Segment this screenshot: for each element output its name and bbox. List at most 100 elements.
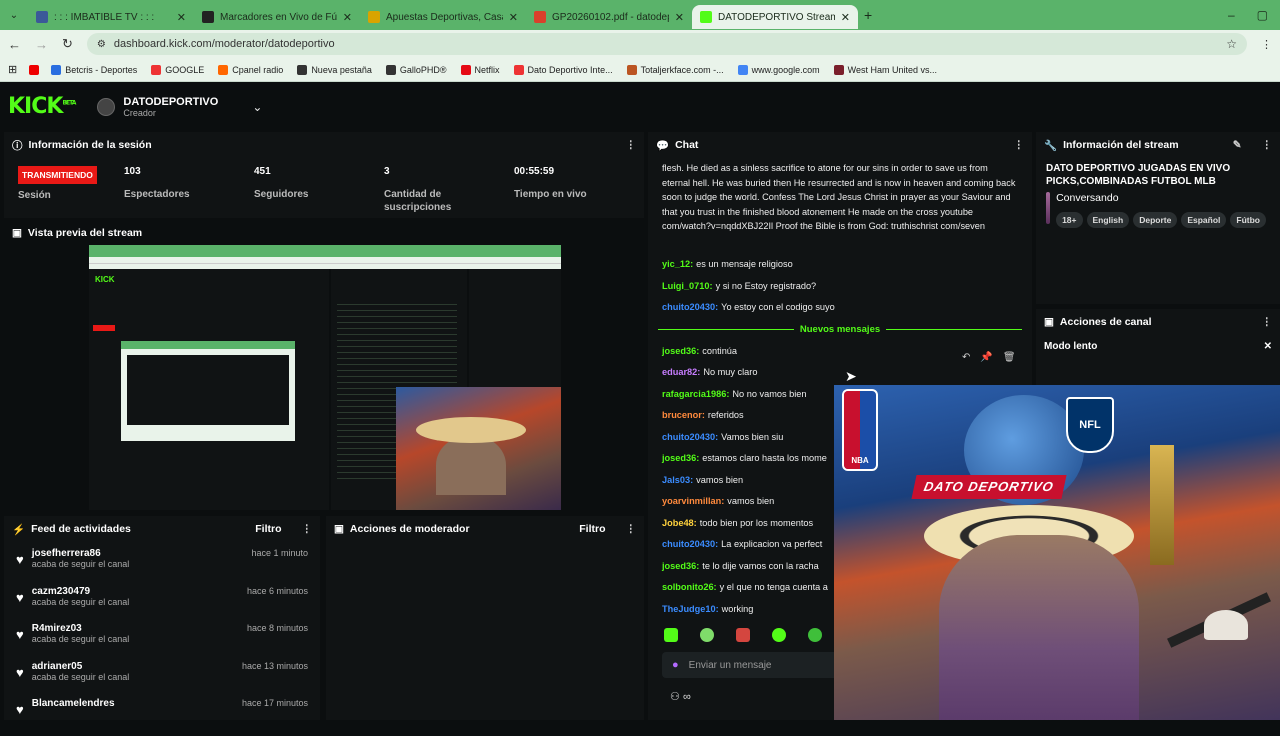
minimize-icon[interactable]: – xyxy=(1228,8,1235,22)
chat-message[interactable]: Luigi_0710: y si no Estoy registrado? xyxy=(648,276,1032,298)
edit-pencil-icon[interactable]: ✎ xyxy=(1233,139,1242,151)
category-name[interactable]: Conversando xyxy=(1056,192,1270,204)
chat-username[interactable]: josed36: xyxy=(662,560,699,574)
emote-icon[interactable] xyxy=(700,628,714,642)
bookmark-favicon-icon xyxy=(51,64,62,75)
chat-message[interactable]: eduar82: No muy claro xyxy=(648,362,1032,384)
chat-username[interactable]: josed36: xyxy=(662,345,699,359)
back-icon[interactable]: ← xyxy=(8,37,21,52)
bookmark-item[interactable]: GalloPHD® xyxy=(385,64,447,75)
stream-tag[interactable]: 18+ xyxy=(1056,212,1083,228)
feed-username[interactable]: josefherrera86 xyxy=(32,548,130,559)
reload-icon[interactable]: ↻ xyxy=(62,36,73,52)
bookmark-item[interactable]: Dato Deportivo Inte... xyxy=(513,64,613,75)
chat-username[interactable]: yic_12: xyxy=(662,258,693,272)
bookmark-item[interactable]: West Ham United vs... xyxy=(833,64,937,75)
bookmark-item[interactable]: GOOGLE xyxy=(151,64,204,75)
chat-message[interactable]: yic_12: es un mensaje religioso xyxy=(648,254,1032,276)
bookmark-item[interactable]: www.google.com xyxy=(737,64,820,75)
bookmark-item[interactable]: Cpanel radio xyxy=(218,64,284,75)
emote-icon[interactable] xyxy=(772,628,786,642)
stream-tag[interactable]: Español xyxy=(1181,212,1227,228)
stream-tag[interactable]: Deporte xyxy=(1133,212,1178,228)
forward-icon[interactable]: → xyxy=(35,37,48,52)
chat-text: Vamos bien siu xyxy=(721,431,784,442)
browser-tab[interactable]: : : : IMBATIBLE TV : : : ✕ xyxy=(28,5,194,29)
chevron-right-icon[interactable]: ✕ xyxy=(1264,341,1272,352)
close-icon[interactable]: ✕ xyxy=(343,11,352,24)
new-tab-button[interactable]: + xyxy=(864,7,872,23)
chat-more-icon[interactable]: ⋮ xyxy=(1014,139,1025,151)
browser-tab[interactable]: Apuestas Deportivas, Casa de A ✕ xyxy=(360,5,526,29)
bookmark-item[interactable]: Netflix xyxy=(460,64,500,75)
stream-preview-video[interactable]: KICK xyxy=(89,245,561,510)
kick-logo[interactable]: KICKBETA xyxy=(8,94,76,119)
feed-more-icon[interactable]: ⋮ xyxy=(302,523,313,535)
stream-tag[interactable]: English xyxy=(1086,212,1130,228)
maximize-icon[interactable]: ▢ xyxy=(1257,8,1268,22)
pin-icon[interactable]: 📌 xyxy=(980,352,992,363)
feed-username[interactable]: adrianer05 xyxy=(32,661,130,672)
channel-switcher[interactable]: DATODEPORTIVO Creador ⌄ xyxy=(97,96,262,118)
chat-username[interactable]: solbonito26: xyxy=(662,581,717,595)
bookmark-item[interactable]: Nueva pestaña xyxy=(297,64,372,75)
chat-username[interactable]: rafagarcia1986: xyxy=(662,388,729,402)
chevron-down-icon[interactable]: ⌄ xyxy=(252,100,262,114)
chat-username[interactable]: Jals03: xyxy=(662,474,693,488)
bookmark-item[interactable]: Betcris - Deportes xyxy=(51,64,137,75)
tab-search-icon[interactable]: ⌄ xyxy=(0,10,28,21)
infinity-icon[interactable]: ∞ xyxy=(683,691,691,703)
channelactions-more-icon[interactable]: ⋮ xyxy=(1262,316,1273,328)
emote-icon[interactable] xyxy=(664,628,678,642)
more-options-icon[interactable]: ⋮ xyxy=(626,139,637,151)
chat-username[interactable]: eduar82: xyxy=(662,366,700,380)
feed-item[interactable]: ♥ adrianer05 acaba de seguir el canal hace … xyxy=(4,661,320,699)
stat-value: 00:55:59 xyxy=(514,166,555,177)
bookmark-label: Cpanel radio xyxy=(232,64,284,75)
chat-username[interactable]: chuito20430: xyxy=(662,431,718,445)
feed-item[interactable]: ♥ Blancamelendres hace 17 minutos xyxy=(4,698,320,736)
url-field[interactable]: ⚙ dashboard.kick.com/moderator/datodepor… xyxy=(86,33,1247,55)
bookmark-item[interactable]: Totaljerkface.com -... xyxy=(626,64,724,75)
feed-filter-button[interactable]: Filtro xyxy=(255,523,281,535)
chat-username[interactable]: brucenor: xyxy=(662,409,705,423)
chat-username[interactable]: yoarvinmillan: xyxy=(662,495,724,509)
user-settings-icon[interactable]: ⚇ xyxy=(670,691,680,703)
close-icon[interactable]: ✕ xyxy=(675,11,684,24)
feed-username[interactable]: cazm230479 xyxy=(32,586,130,597)
streaminfo-more-icon[interactable]: ⋮ xyxy=(1262,139,1273,151)
browser-tab[interactable]: GP20260102.pdf - datodeporti ✕ xyxy=(526,5,692,29)
feed-item[interactable]: ♥ josefherrera86 acaba de seguir el canal h… xyxy=(4,548,320,586)
slow-mode-row[interactable]: Modo lento ✕ xyxy=(1036,335,1280,358)
feed-item[interactable]: ♥ R4mirez03 acaba de seguir el canal hace 8… xyxy=(4,623,320,661)
feed-username[interactable]: R4mirez03 xyxy=(32,623,130,634)
close-icon[interactable]: ✕ xyxy=(177,11,186,24)
feed-username[interactable]: Blancamelendres xyxy=(32,698,115,709)
modactions-more-icon[interactable]: ⋮ xyxy=(626,523,637,535)
chat-text: estamos claro hasta los mome xyxy=(702,453,827,463)
site-info-icon[interactable]: ⚙ xyxy=(97,39,106,50)
emote-icon[interactable] xyxy=(736,628,750,642)
chat-message[interactable]: chuito20430: Yo estoy con el codigo suyo xyxy=(648,297,1032,319)
close-icon[interactable]: ✕ xyxy=(509,11,518,24)
extensions-icon[interactable]: ⋮ xyxy=(1261,38,1272,51)
chat-username[interactable]: Luigi_0710: xyxy=(662,280,713,294)
emote-icon[interactable] xyxy=(808,628,822,642)
apps-grid-icon[interactable]: ⊞ xyxy=(8,63,17,76)
youtube-bookmark-icon[interactable] xyxy=(29,64,40,75)
chat-username[interactable]: josed36: xyxy=(662,452,699,466)
modactions-filter-button[interactable]: Filtro xyxy=(579,523,605,535)
chat-username[interactable]: TheJudge10: xyxy=(662,603,719,617)
stream-tag[interactable]: Fútbo xyxy=(1230,212,1266,228)
reply-icon[interactable]: ↶ xyxy=(962,352,970,363)
browser-tab[interactable]: Marcadores en Vivo de Fútbol ✕ xyxy=(194,5,360,29)
chat-username[interactable]: Jobe48: xyxy=(662,517,697,531)
feed-item[interactable]: ♥ cazm230479 acaba de seguir el canal hace … xyxy=(4,586,320,624)
chat-username[interactable]: chuito20430: xyxy=(662,538,718,552)
delete-icon[interactable]: 🗑 xyxy=(1003,352,1016,363)
bookmark-star-icon[interactable]: ☆ xyxy=(1226,37,1237,51)
close-icon[interactable]: ✕ xyxy=(841,11,850,24)
microphone-icon[interactable]: ● xyxy=(672,659,679,671)
browser-tab[interactable]: DATODEPORTIVO Stream - Kick ✕ xyxy=(692,5,858,29)
chat-username[interactable]: chuito20430: xyxy=(662,301,718,315)
